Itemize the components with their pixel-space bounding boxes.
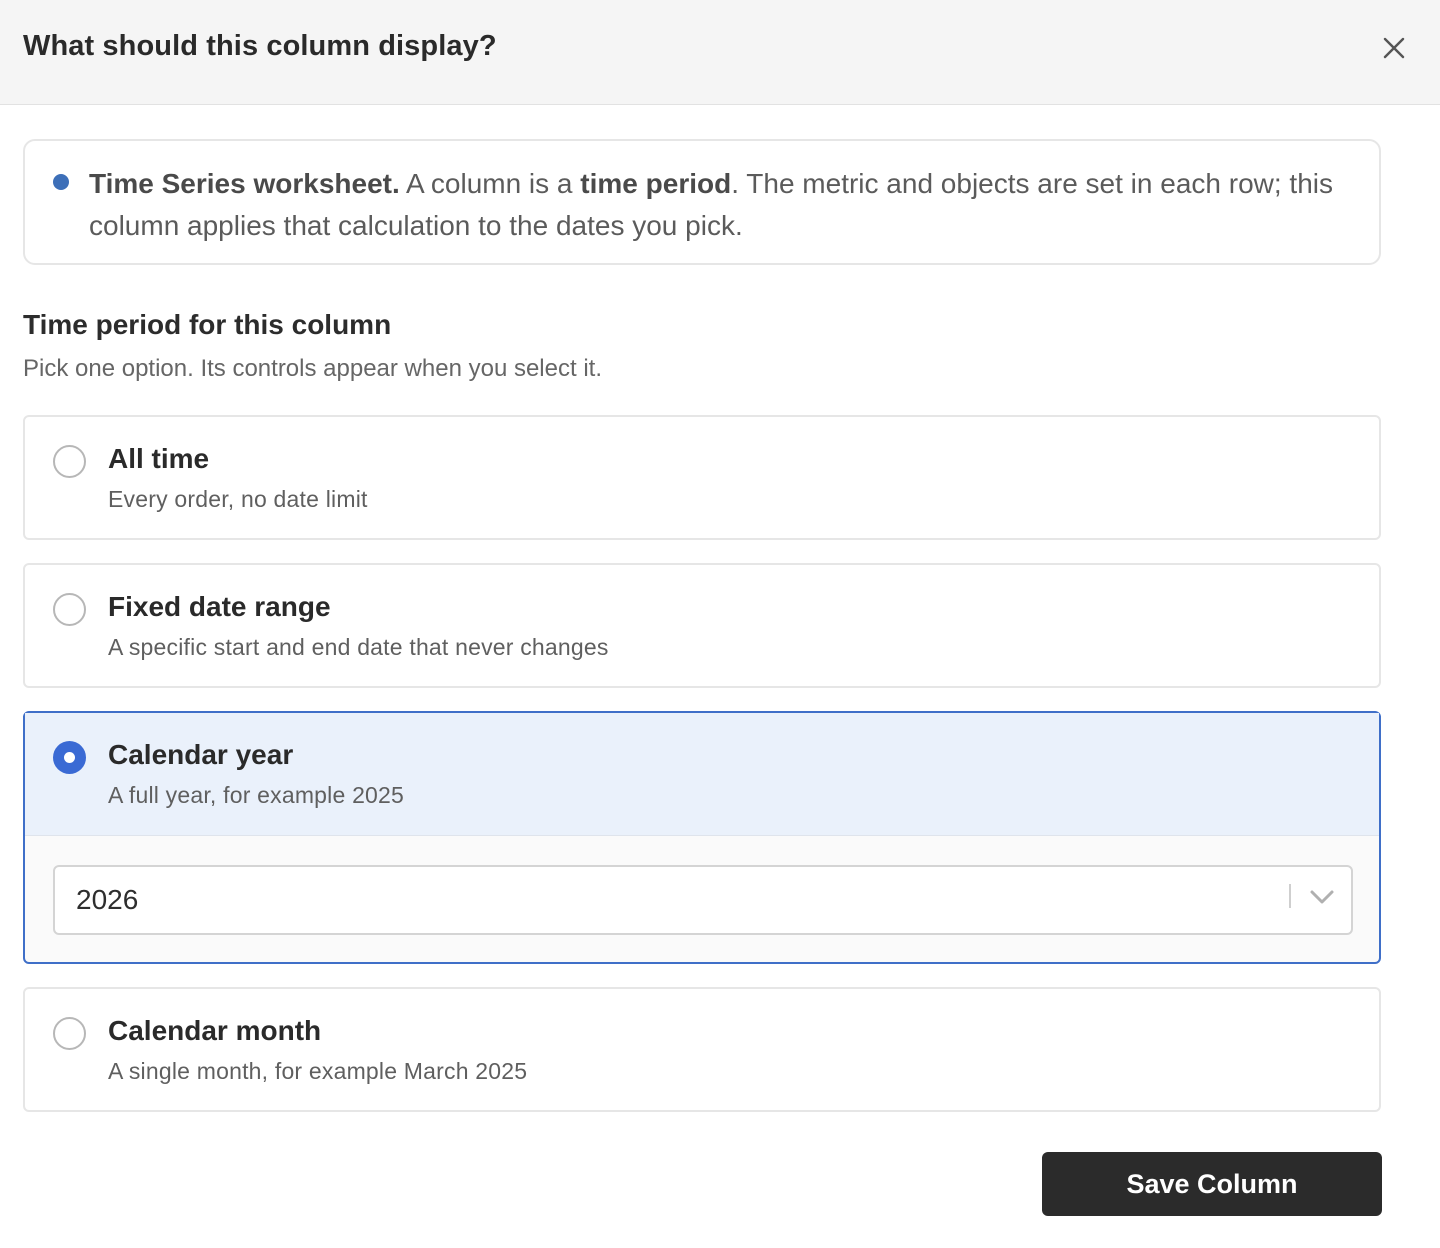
info-bullet-icon (53, 174, 69, 190)
option-header (25, 713, 1379, 836)
section-title: Time period for this column (23, 309, 392, 340)
option-calendar-year[interactable]: Calendar year A full year, for example 2… (23, 711, 1381, 964)
option-fixed-date-range[interactable]: Fixed date range A specific start and en… (23, 563, 1381, 688)
close-icon (1383, 37, 1405, 59)
radio-fixed-date-range[interactable] (53, 593, 86, 626)
chevron-down-icon[interactable] (1307, 885, 1337, 909)
option-title: Calendar month (108, 1015, 322, 1046)
option-description: A specific start and end date that never… (108, 634, 609, 660)
radio-calendar-year[interactable] (53, 741, 86, 774)
year-select[interactable]: 2026 (53, 865, 1353, 935)
dialog-header: What should this column display? (0, 0, 1440, 105)
info-callout: Time Series worksheet. A column is a tim… (23, 139, 1381, 265)
option-title: Calendar year (108, 739, 294, 770)
radio-calendar-month[interactable] (53, 1017, 86, 1050)
option-title: All time (108, 443, 210, 474)
year-select-value: 2026 (76, 884, 139, 915)
option-all-time[interactable]: All time Every order, no date limit (23, 415, 1381, 540)
dialog-title: What should this column display? (23, 30, 497, 62)
save-column-button[interactable]: Save Column (1042, 1152, 1382, 1216)
select-divider (1289, 884, 1291, 908)
option-description: Every order, no date limit (108, 486, 368, 512)
option-calendar-month[interactable]: Calendar month A single month, for examp… (23, 987, 1381, 1112)
option-description: A single month, for example March 2025 (108, 1058, 528, 1084)
close-button[interactable] (1374, 28, 1414, 68)
info-bold-time-period: time period (580, 168, 732, 199)
radio-all-time[interactable] (53, 445, 86, 478)
info-bold-worksheet: Time Series worksheet. (89, 168, 400, 199)
info-text: Time Series worksheet. A column is a tim… (89, 163, 1359, 247)
option-description: A full year, for example 2025 (108, 782, 405, 808)
section-subtitle: Pick one option. Its controls appear whe… (23, 355, 602, 382)
info-text-part1: A column is a (399, 168, 581, 199)
option-title: Fixed date range (108, 591, 331, 622)
